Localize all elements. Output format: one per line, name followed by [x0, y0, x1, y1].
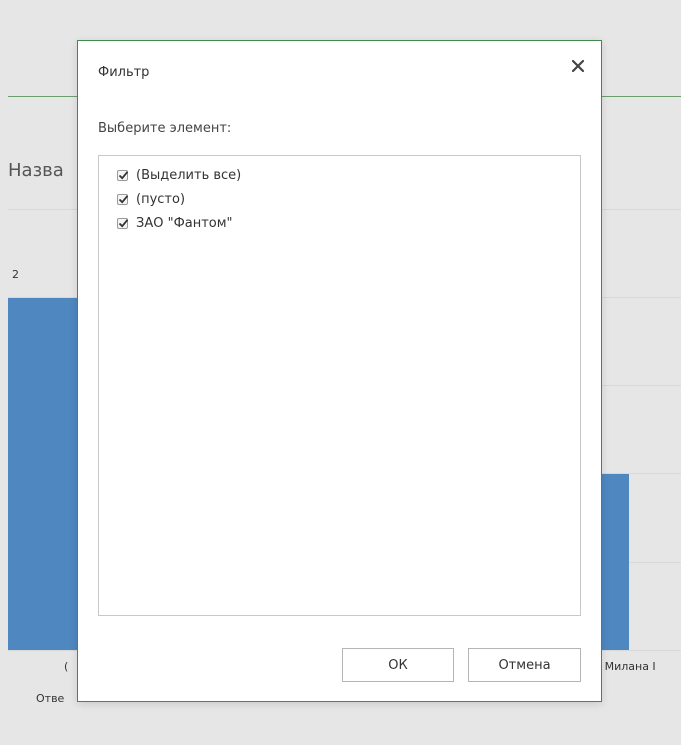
checkbox-checked-icon[interactable]	[117, 169, 129, 181]
cancel-button[interactable]: Отмена	[468, 648, 581, 682]
filter-items-list: (Выделить все) (пусто) ЗАО "Фантом"	[98, 155, 581, 616]
y-axis-tick-label: 2	[12, 268, 19, 281]
x-axis-label-left: Отве	[36, 692, 65, 705]
chart-bar-left	[8, 298, 78, 650]
list-item-select-all[interactable]: (Выделить все)	[117, 166, 241, 184]
ok-button[interactable]: ОК	[342, 648, 454, 682]
checkbox-checked-icon[interactable]	[117, 217, 129, 229]
list-item-label: (пусто)	[136, 191, 186, 207]
list-item-zao-fantom[interactable]: ЗАО "Фантом"	[117, 214, 233, 232]
checkbox-checked-icon[interactable]	[117, 193, 129, 205]
select-item-prompt: Выберите элемент:	[98, 121, 232, 136]
list-item-label: ЗАО "Фантом"	[136, 215, 233, 231]
list-item-label: (Выделить все)	[136, 167, 242, 183]
chart-title-fragment: Назва	[8, 160, 64, 181]
filter-dialog: Фильтр Выберите элемент: (Выделить все) …	[77, 40, 602, 702]
close-icon[interactable]	[569, 57, 587, 75]
chart-bar-right	[601, 474, 629, 650]
list-item-empty[interactable]: (пусто)	[117, 190, 185, 208]
dialog-title: Фильтр	[98, 65, 150, 80]
x-axis-label-left-top: (	[64, 660, 69, 673]
x-axis-label-right: Милана I	[600, 660, 656, 673]
